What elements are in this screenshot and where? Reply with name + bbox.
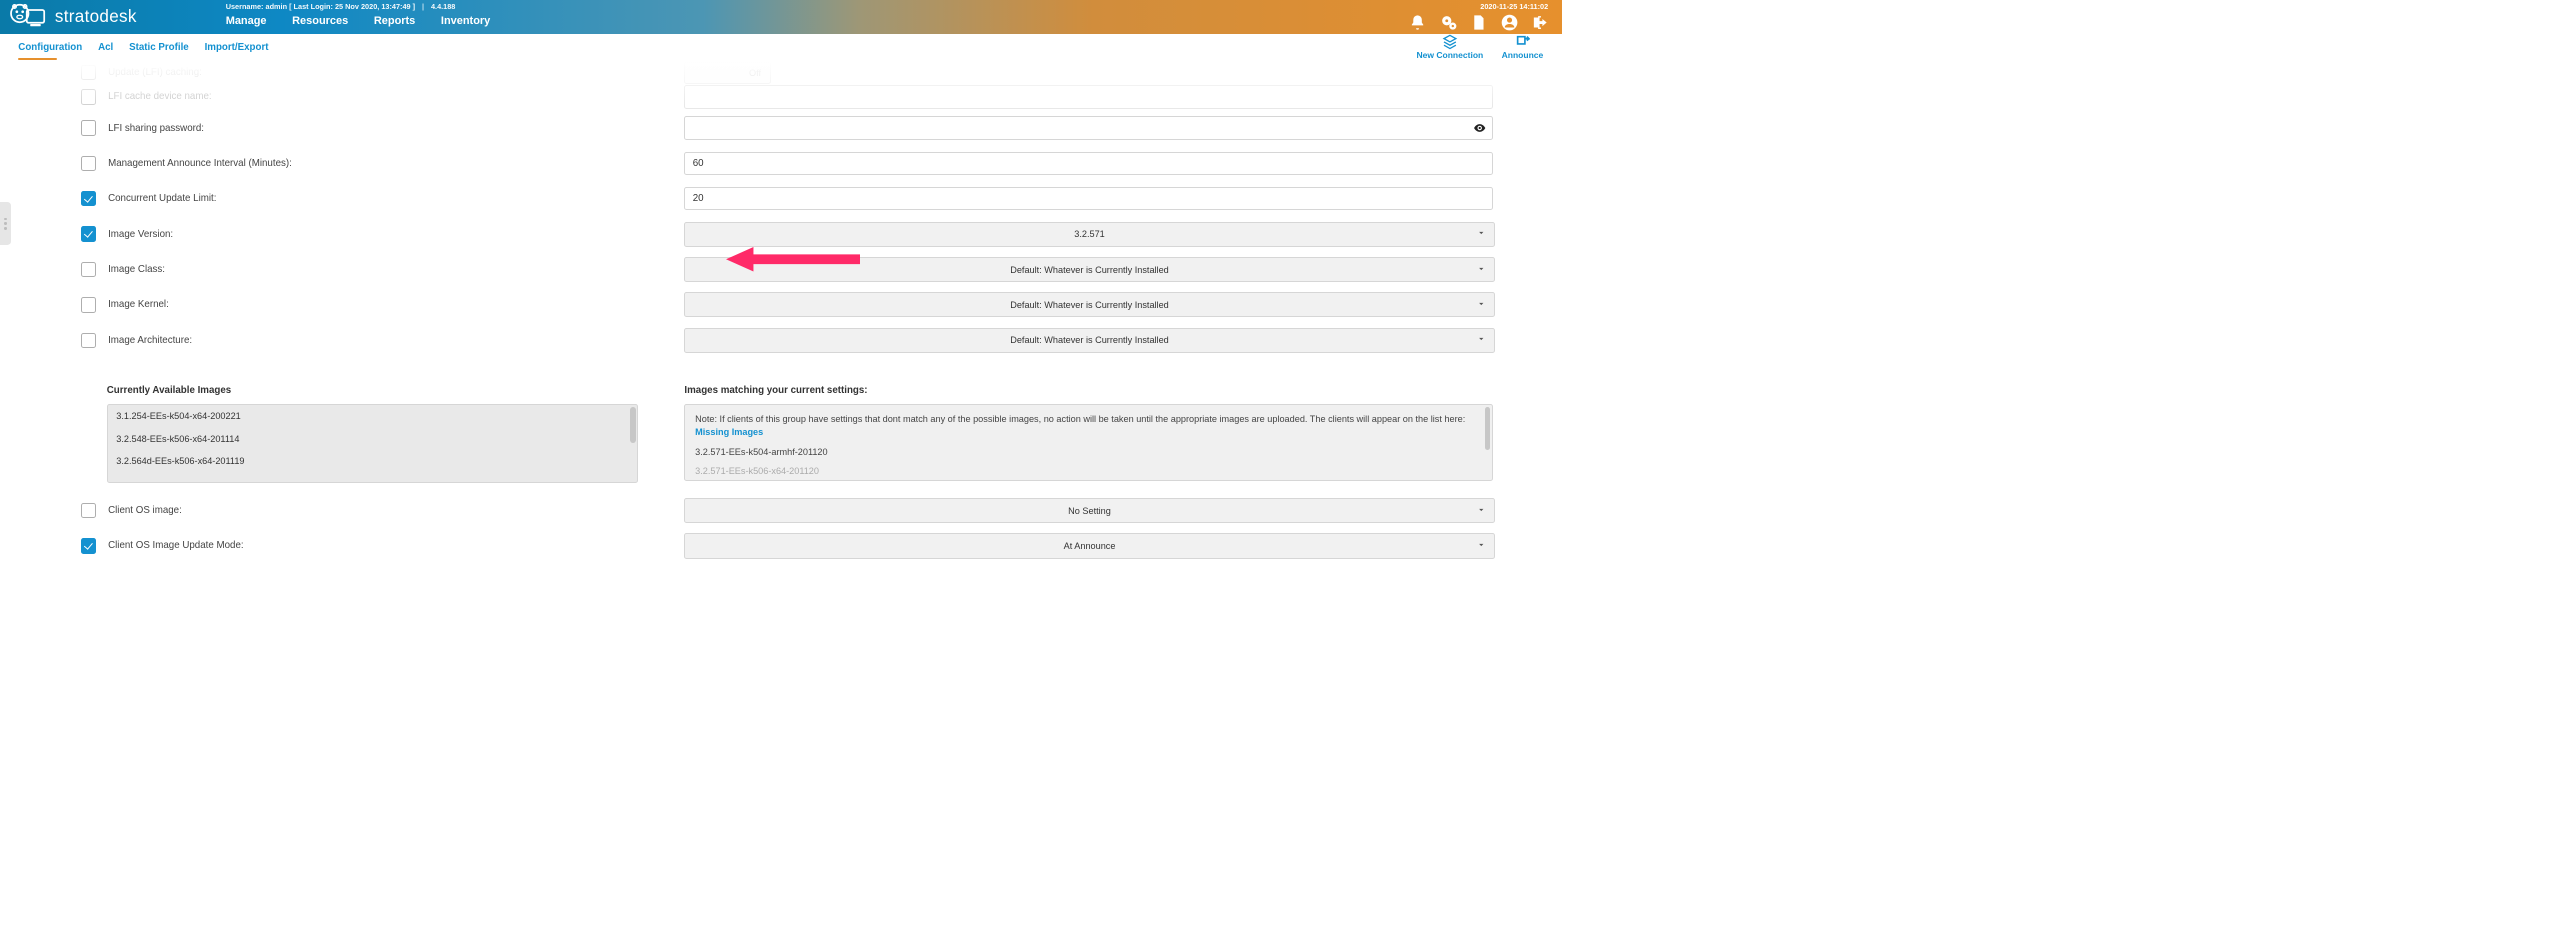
tab-import-export[interactable]: Import/Export — [205, 36, 269, 59]
username-line: Username: admin [ Last Login: 25 Nov 202… — [226, 2, 415, 11]
note-text: Note: If clients of this group have sett… — [695, 414, 1465, 424]
label-concurrent-limit: Concurrent Update Limit: — [108, 193, 216, 204]
select-image-kernel[interactable]: Default: Whatever is Currently Installed — [684, 292, 1494, 317]
logout-icon[interactable] — [1531, 14, 1548, 33]
label-lfi-caching: Update (LFI) caching: — [108, 67, 202, 78]
label-image-class: Image Class: — [108, 264, 165, 275]
topbar-meta: Username: admin [ Last Login: 25 Nov 202… — [226, 2, 456, 11]
label-lfi-cache-name: LFI cache device name: — [108, 91, 212, 102]
checkbox-client-os-mode[interactable] — [81, 538, 96, 553]
chevron-down-icon — [1477, 541, 1486, 552]
title-available-images: Currently Available Images — [37, 385, 685, 396]
label-image-version: Image Version: — [108, 229, 173, 240]
list-item[interactable]: 3.2.564d-EEs-k506-x64-201119 — [108, 450, 637, 472]
top-bar: stratodesk Username: admin [ Last Login:… — [0, 0, 1562, 34]
checkbox-lfi-cache-name[interactable] — [81, 89, 96, 104]
chevron-down-icon — [1477, 505, 1486, 516]
input-lfi-cache-name[interactable] — [684, 85, 1492, 108]
new-connection-label: New Connection — [1416, 50, 1483, 60]
chevron-down-icon — [1477, 335, 1486, 346]
gears-icon[interactable] — [1440, 14, 1457, 33]
brand: stratodesk — [9, 3, 204, 31]
label-lfi-password: LFI sharing password: — [108, 123, 204, 134]
checkbox-client-os-image[interactable] — [81, 503, 96, 518]
select-client-os-mode[interactable]: At Announce — [684, 533, 1494, 558]
list-item[interactable]: 3.2.548-EEs-k506-x64-201114 — [108, 428, 637, 450]
label-client-os-image: Client OS image: — [108, 505, 182, 516]
label-announce-interval: Management Announce Interval (Minutes): — [108, 158, 292, 169]
nav-inventory[interactable]: Inventory — [441, 15, 490, 27]
chevron-down-icon — [1477, 229, 1486, 240]
select-image-arch[interactable]: Default: Whatever is Currently Installed — [684, 328, 1494, 353]
new-connection-button[interactable]: New Connection — [1416, 34, 1483, 60]
input-announce-interval[interactable] — [684, 152, 1492, 175]
label-image-kernel: Image Kernel: — [108, 299, 169, 310]
scrollbar[interactable] — [1485, 407, 1490, 450]
checkbox-lfi-caching[interactable] — [81, 65, 96, 80]
listbox-available-images[interactable]: 3.1.254-EEs-k504-x64-200221 3.2.548-EEs-… — [107, 404, 638, 483]
checkbox-image-version[interactable] — [81, 226, 96, 241]
checkbox-announce-interval[interactable] — [81, 156, 96, 171]
nav-resources[interactable]: Resources — [292, 15, 348, 27]
announce-button[interactable]: Announce — [1502, 34, 1544, 60]
checkbox-image-arch[interactable] — [81, 333, 96, 348]
label-image-arch: Image Architecture: — [108, 335, 192, 346]
announce-label: Announce — [1502, 50, 1544, 60]
document-icon[interactable] — [1470, 14, 1487, 33]
checkbox-image-class[interactable] — [81, 262, 96, 277]
chevron-down-icon — [1477, 300, 1486, 311]
content: Update (LFI) caching: Off LFI cache devi… — [0, 62, 1562, 578]
select-client-os-image[interactable]: No Setting — [684, 498, 1494, 523]
checkbox-image-kernel[interactable] — [81, 297, 96, 312]
tab-configuration[interactable]: Configuration — [18, 36, 82, 59]
topbar-icons — [1409, 14, 1548, 33]
app-version: 4.4.188 — [431, 2, 455, 11]
select-image-version[interactable]: 3.2.571 — [684, 222, 1494, 247]
matching-image-2-partial: 3.2.571-EEs-k506-x64-201120 — [695, 465, 1482, 479]
label-client-os-mode: Client OS Image Update Mode: — [108, 540, 244, 551]
bell-icon[interactable] — [1409, 14, 1426, 33]
input-concurrent-limit[interactable] — [684, 187, 1492, 210]
scrollbar[interactable] — [630, 407, 636, 444]
title-matching-images: Images matching your current settings: — [684, 385, 1492, 396]
tab-acl[interactable]: Acl — [98, 36, 113, 59]
nav-manage[interactable]: Manage — [226, 15, 267, 27]
note-box: Note: If clients of this group have sett… — [684, 404, 1492, 481]
user-icon[interactable] — [1501, 14, 1518, 33]
matching-image-1: 3.2.571-EEs-k504-armhf-201120 — [695, 446, 1482, 460]
nav-reports[interactable]: Reports — [374, 15, 415, 27]
tab-bar: Configuration Acl Static Profile Import/… — [0, 34, 1562, 62]
tab-static-profile[interactable]: Static Profile — [129, 36, 189, 59]
checkbox-concurrent-limit[interactable] — [81, 191, 96, 206]
brand-name: stratodesk — [55, 7, 137, 27]
side-drawer-handle[interactable] — [0, 202, 11, 245]
list-item[interactable]: 3.1.254-EEs-k504-x64-200221 — [108, 405, 637, 427]
select-image-class[interactable]: Default: Whatever is Currently Installed — [684, 257, 1494, 282]
top-nav: Manage Resources Reports Inventory — [226, 15, 491, 27]
checkbox-lfi-password[interactable] — [81, 120, 96, 135]
toggle-lfi-caching[interactable]: Off — [684, 62, 770, 84]
brand-logo-icon — [9, 3, 47, 31]
clock: 2020-11-25 14:11:02 — [1480, 1, 1548, 12]
chevron-down-icon — [1477, 264, 1486, 275]
link-missing-images[interactable]: Missing Images — [695, 427, 763, 437]
input-lfi-password[interactable] — [684, 116, 1492, 139]
